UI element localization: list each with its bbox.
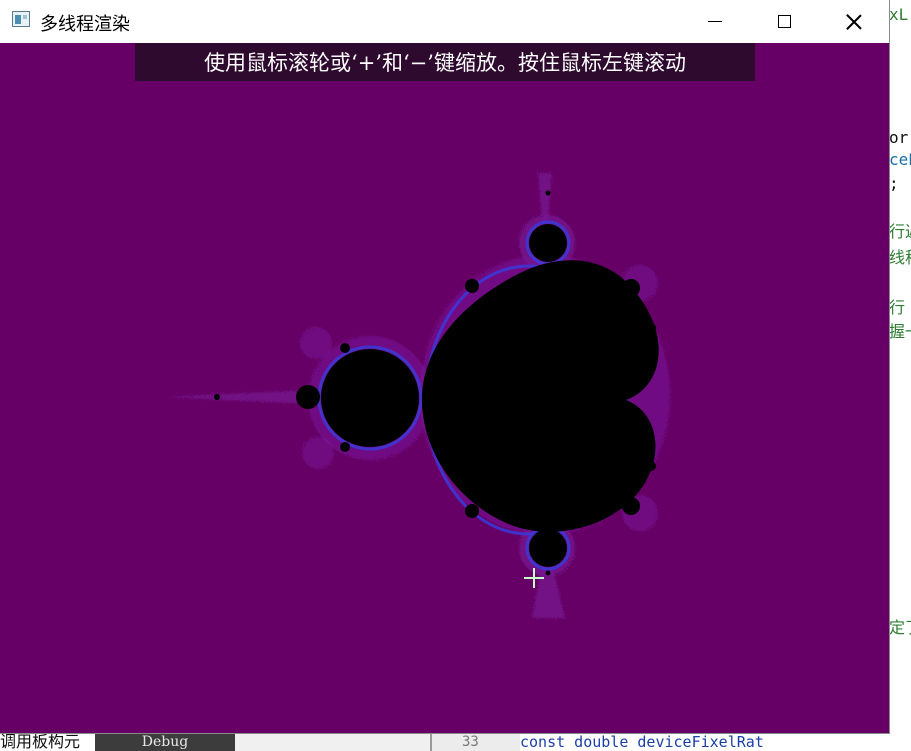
minimize-icon xyxy=(708,20,722,23)
code-fragment: 行返 xyxy=(889,222,911,241)
maximize-icon xyxy=(777,15,791,28)
debug-tab[interactable]: Debug xyxy=(95,733,235,751)
render-canvas[interactable]: 使用鼠标滚轮或‘+’和‘−’键缩放。按住鼠标左键滚动 xyxy=(0,43,889,733)
code-fragment: or; xyxy=(889,128,911,147)
crosshair-cursor-icon xyxy=(524,568,544,588)
title-bar[interactable]: 多线程渲染 xyxy=(0,0,889,43)
code-fragment: xL xyxy=(889,5,909,24)
fractal-body xyxy=(214,190,659,576)
window-title: 多线程渲染 xyxy=(40,14,130,35)
background-ide-bottom: 调用板构元 Debug 33 const double deviceFixelR… xyxy=(0,733,911,751)
minimize-button[interactable] xyxy=(680,0,750,43)
render-window[interactable]: 多线程渲染 使用鼠标滚轮或‘+’和‘−’键缩放。按住鼠标左键滚动 xyxy=(0,0,889,733)
app-window-icon xyxy=(12,11,30,27)
code-text: const double deviceFixelRat xyxy=(520,733,764,751)
zoom-hint-banner: 使用鼠标滚轮或‘+’和‘−’键缩放。按住鼠标左键滚动 xyxy=(135,43,755,81)
code-fragment: 行 xyxy=(889,298,906,317)
code-fragment: ; xyxy=(889,174,899,193)
line-number: 33 xyxy=(430,733,520,751)
background-text: 调用板构元 xyxy=(0,733,95,751)
code-line: const double deviceFixelRat xyxy=(520,733,911,751)
code-fragment: 握一 xyxy=(889,322,911,341)
code-fragment: ceP xyxy=(889,150,911,169)
mandelbrot-fractal xyxy=(165,173,670,618)
close-button[interactable] xyxy=(819,0,889,43)
close-icon xyxy=(846,14,862,30)
code-fragment: 线程 xyxy=(889,248,911,267)
background-code-editor: xL or; ceP ; 行返 线程 行 握一 定了 xyxy=(889,0,911,751)
code-fragment: 定了 xyxy=(889,618,911,637)
maximize-button[interactable] xyxy=(749,0,819,43)
